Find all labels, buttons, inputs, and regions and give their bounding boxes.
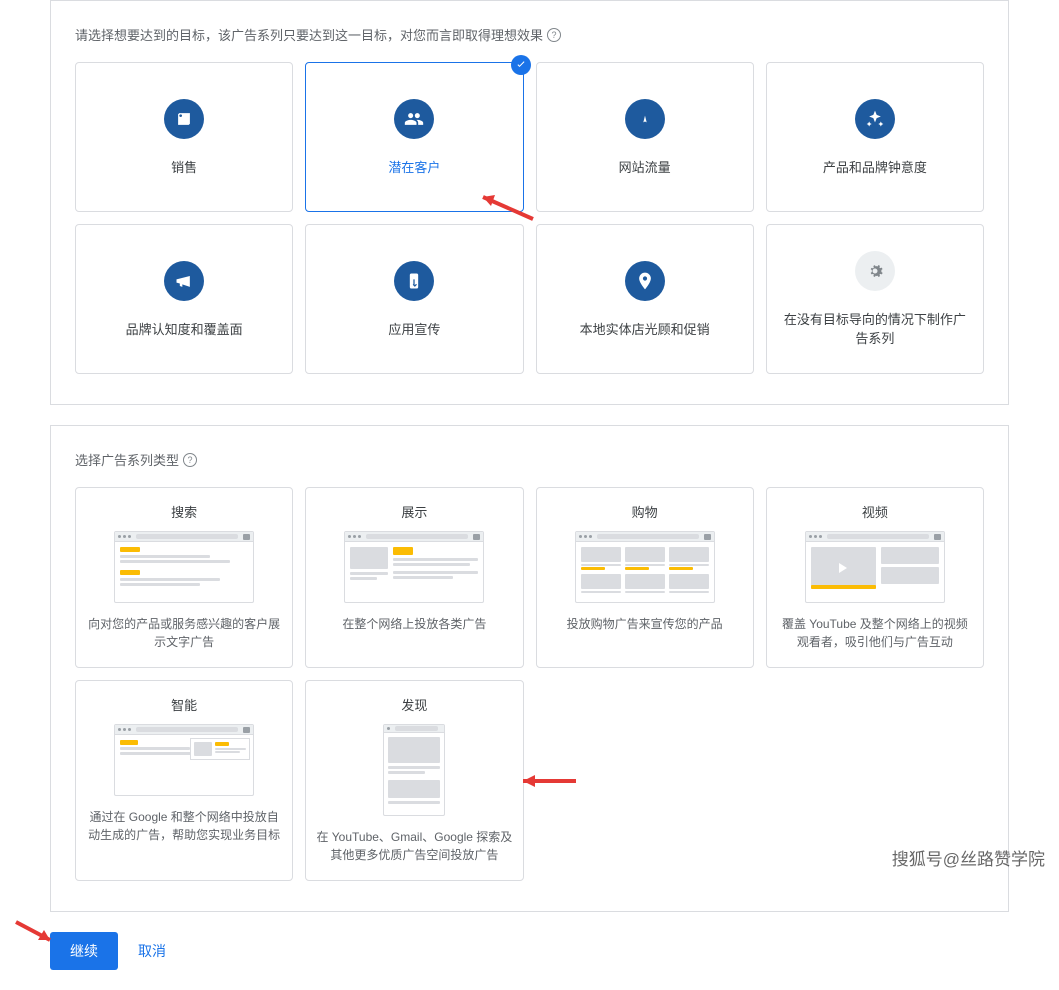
type-desc: 投放购物广告来宣传您的产品: [567, 615, 723, 633]
goals-title: 请选择想要达到的目标，该广告系列只要达到这一目标，对您而言即取得理想效果 ?: [75, 25, 984, 44]
preview-discovery: [383, 724, 445, 816]
goal-label: 销售: [159, 157, 209, 176]
megaphone-icon: [164, 261, 204, 301]
goal-leads[interactable]: 潜在客户: [305, 62, 523, 212]
goal-traffic[interactable]: 网站流量: [536, 62, 754, 212]
goal-no-goal[interactable]: 在没有目标导向的情况下制作广告系列: [766, 224, 984, 374]
goal-label: 应用宣传: [376, 319, 452, 338]
goal-label: 网站流量: [607, 157, 683, 176]
goal-local[interactable]: 本地实体店光顾和促销: [536, 224, 754, 374]
type-shopping[interactable]: 购物 投放购物广告来宣传您的产品: [536, 487, 754, 668]
type-desc: 在整个网络上投放各类广告: [342, 615, 486, 633]
type-discovery[interactable]: 发现 在 YouTube、Gmail、Google 探索及其他更多优质广告空间投…: [305, 680, 523, 881]
gear-icon: [855, 251, 895, 291]
type-smart[interactable]: 智能: [75, 680, 293, 881]
help-icon[interactable]: ?: [547, 28, 561, 42]
type-desc: 向对您的产品或服务感兴趣的客户展示文字广告: [86, 615, 282, 651]
arrow-annotation: [465, 191, 535, 221]
type-display[interactable]: 展示 在整: [305, 487, 523, 668]
type-title: 展示: [401, 502, 427, 521]
type-title: 视频: [862, 502, 888, 521]
goal-sales[interactable]: 销售: [75, 62, 293, 212]
goal-label: 产品和品牌钟意度: [811, 157, 939, 176]
preview-search: [114, 531, 254, 603]
type-title: 发现: [401, 695, 427, 714]
preview-shopping: [575, 531, 715, 603]
continue-button[interactable]: 继续: [50, 932, 118, 970]
goal-grid: 销售 潜在客户 网站流量 产品和品牌钟意度: [75, 62, 984, 374]
check-icon: [511, 55, 531, 75]
click-icon: [625, 99, 665, 139]
type-title: 智能: [171, 695, 197, 714]
people-icon: [394, 99, 434, 139]
preview-smart: [114, 724, 254, 796]
type-video[interactable]: 视频 覆盖 YouTube 及整个网络上的视频观看者，吸引他们与广告互动: [766, 487, 984, 668]
goal-label: 潜在客户: [376, 157, 452, 176]
type-grid: 搜索 向对您的产品或服务感兴趣的客户展示文字广告 展示: [75, 487, 984, 881]
goal-label: 品牌认知度和覆盖面: [114, 319, 255, 338]
type-title: 搜索: [171, 502, 197, 521]
goal-brand-consideration[interactable]: 产品和品牌钟意度: [766, 62, 984, 212]
goal-brand-reach[interactable]: 品牌认知度和覆盖面: [75, 224, 293, 374]
pin-icon: [625, 261, 665, 301]
sparkle-icon: [855, 99, 895, 139]
goal-label: 本地实体店光顾和促销: [568, 319, 722, 338]
preview-video: [805, 531, 945, 603]
app-icon: [394, 261, 434, 301]
types-panel: 选择广告系列类型 ? 搜索 向对您的产品或服务感兴趣的客户展示文字广告 展示: [50, 425, 1009, 912]
preview-display: [344, 531, 484, 603]
watermark: 搜狐号@丝路赞学院: [892, 845, 1045, 870]
help-icon[interactable]: ?: [183, 453, 197, 467]
type-desc: 在 YouTube、Gmail、Google 探索及其他更多优质广告空间投放广告: [316, 828, 512, 864]
type-search[interactable]: 搜索 向对您的产品或服务感兴趣的客户展示文字广告: [75, 487, 293, 668]
goals-panel: 请选择想要达到的目标，该广告系列只要达到这一目标，对您而言即取得理想效果 ? 销…: [50, 0, 1009, 405]
goal-label: 在没有目标导向的情况下制作广告系列: [767, 309, 983, 347]
goal-app[interactable]: 应用宣传: [305, 224, 523, 374]
type-title: 购物: [632, 502, 658, 521]
type-desc: 通过在 Google 和整个网络中投放自动生成的广告，帮助您实现业务目标: [86, 808, 282, 844]
types-title: 选择广告系列类型 ?: [75, 450, 984, 469]
action-bar: 继续 取消: [50, 932, 1059, 970]
cancel-button[interactable]: 取消: [138, 941, 166, 961]
type-desc: 覆盖 YouTube 及整个网络上的视频观看者，吸引他们与广告互动: [777, 615, 973, 651]
tag-icon: [164, 99, 204, 139]
arrow-annotation: [508, 766, 578, 796]
